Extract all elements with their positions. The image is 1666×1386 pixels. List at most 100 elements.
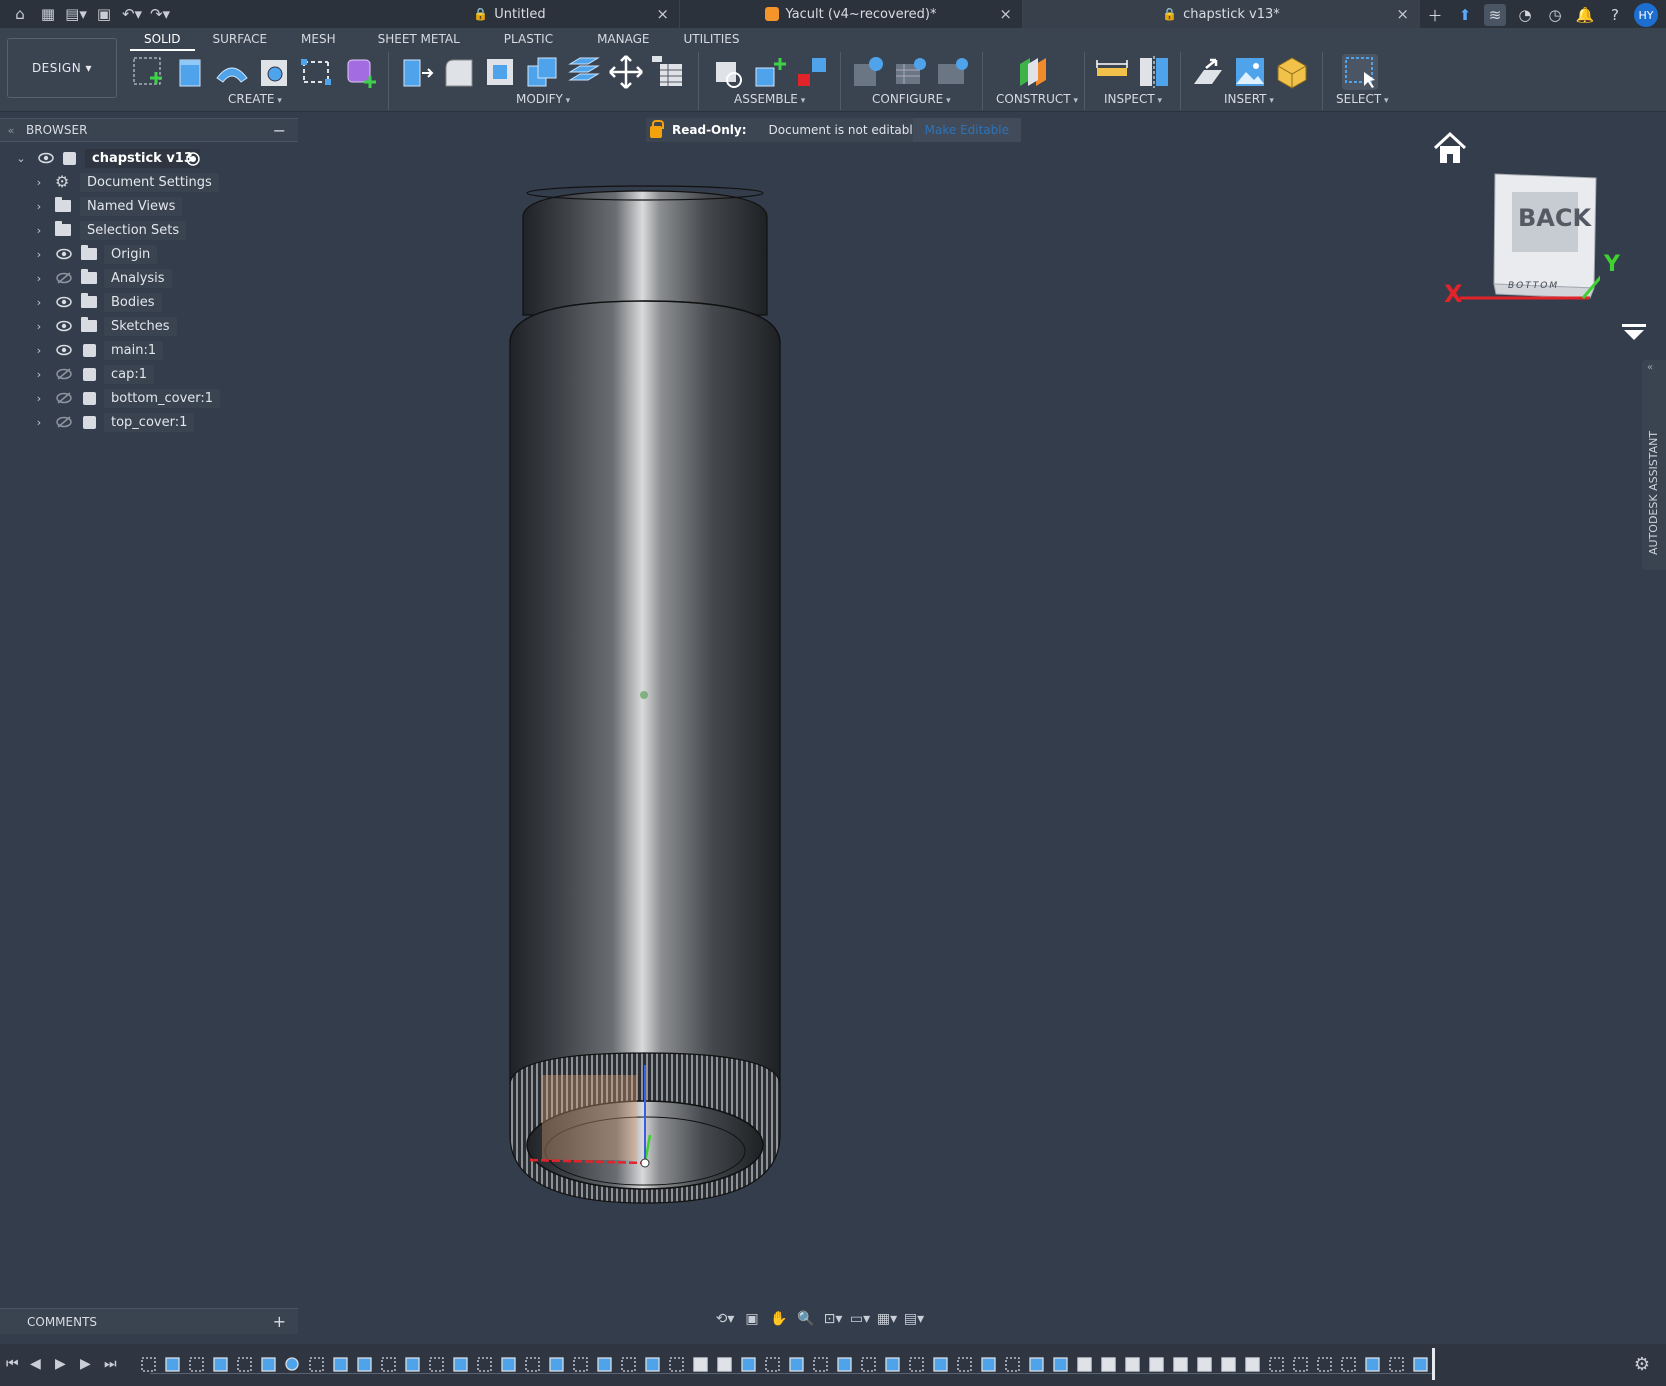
viewports-icon[interactable]: ▤▾ bbox=[903, 1308, 925, 1330]
insert-mesh-icon[interactable] bbox=[1274, 54, 1310, 90]
tab-utilities[interactable]: UTILITIES bbox=[664, 32, 754, 51]
change-parameters-icon[interactable] bbox=[650, 54, 686, 90]
group-modify[interactable]: MODIFY bbox=[516, 92, 570, 106]
home-view-icon[interactable] bbox=[1432, 131, 1468, 165]
timeline-features[interactable] bbox=[138, 1354, 1438, 1376]
create-form-icon[interactable] bbox=[342, 54, 378, 90]
tree-item-named-views[interactable]: › Named Views bbox=[0, 194, 300, 218]
clock-icon[interactable]: ◷ bbox=[1544, 4, 1566, 26]
tree-item-selection-sets[interactable]: › Selection Sets bbox=[0, 218, 300, 242]
home-icon[interactable]: ⌂ bbox=[10, 4, 30, 24]
chevron-right-icon[interactable]: › bbox=[33, 368, 45, 381]
step-back-icon[interactable]: ◀ bbox=[30, 1356, 41, 1372]
go-to-start-icon[interactable]: ⏮ bbox=[6, 1356, 19, 1372]
chevron-right-icon[interactable]: › bbox=[33, 176, 45, 189]
tab-solid[interactable]: SOLID bbox=[130, 32, 195, 51]
upload-icon[interactable]: ⬆ bbox=[1454, 4, 1476, 26]
as-built-joint-icon[interactable] bbox=[794, 54, 830, 90]
group-assemble[interactable]: ASSEMBLE bbox=[734, 92, 805, 106]
close-icon[interactable]: × bbox=[999, 5, 1012, 23]
zoom-icon[interactable]: 🔍 bbox=[795, 1308, 817, 1330]
move-icon[interactable] bbox=[608, 54, 644, 90]
grid-icon[interactable]: ▦ bbox=[38, 4, 58, 24]
extensions-icon[interactable]: ≋ bbox=[1484, 4, 1506, 26]
insert-canvas-icon[interactable] bbox=[1232, 54, 1268, 90]
combine-icon[interactable] bbox=[524, 54, 560, 90]
eye-icon[interactable] bbox=[38, 152, 54, 164]
tree-item-sketches[interactable]: › Sketches bbox=[0, 314, 300, 338]
chevron-right-icon[interactable]: › bbox=[33, 224, 45, 237]
tree-item-top-cover[interactable]: › top_cover:1 bbox=[0, 410, 300, 434]
autodesk-assistant-panel[interactable]: « AUTODESK ASSISTANT bbox=[1642, 360, 1666, 570]
offset-face-icon[interactable] bbox=[566, 54, 602, 90]
group-insert[interactable]: INSERT bbox=[1224, 92, 1274, 106]
viewcube-bottom-label[interactable]: BOTTOM bbox=[1508, 281, 1559, 291]
view-cube[interactable]: BACK BOTTOM X Y bbox=[1444, 170, 1620, 310]
go-to-end-icon[interactable]: ⏭ bbox=[104, 1356, 117, 1372]
insert-derive-icon[interactable] bbox=[1190, 54, 1226, 90]
undo-icon[interactable]: ↶▾ bbox=[122, 4, 142, 24]
eye-icon[interactable] bbox=[56, 296, 72, 308]
eye-icon[interactable] bbox=[56, 344, 72, 356]
new-component-icon[interactable] bbox=[710, 54, 746, 90]
gear-icon[interactable]: ⚙ bbox=[1634, 1354, 1650, 1375]
eye-icon[interactable] bbox=[56, 320, 72, 332]
chevron-right-icon[interactable]: › bbox=[33, 296, 45, 309]
viewcube-menu-icon[interactable] bbox=[1621, 322, 1647, 342]
display-settings-icon[interactable]: ▭▾ bbox=[849, 1308, 871, 1330]
pattern-icon[interactable] bbox=[298, 54, 334, 90]
file-icon[interactable]: ▤▾ bbox=[65, 4, 87, 24]
chevron-right-icon[interactable]: › bbox=[33, 344, 45, 357]
online-icon[interactable]: ◔ bbox=[1514, 4, 1536, 26]
viewcube-face-label[interactable]: BACK bbox=[1518, 204, 1591, 232]
tree-item-document-settings[interactable]: › ⚙ Document Settings bbox=[0, 170, 300, 194]
avatar[interactable]: HY bbox=[1634, 3, 1658, 27]
eye-hidden-icon[interactable] bbox=[56, 392, 72, 404]
close-icon[interactable]: × bbox=[656, 5, 669, 23]
configure-rule-icon[interactable] bbox=[892, 54, 928, 90]
tree-root[interactable]: ⌄ chapstick v13 bbox=[0, 146, 300, 170]
chevron-right-icon[interactable]: › bbox=[33, 200, 45, 213]
chevron-right-icon[interactable]: › bbox=[33, 392, 45, 405]
save-icon[interactable]: ▣ bbox=[94, 4, 114, 24]
orbit-icon[interactable]: ⟲▾ bbox=[714, 1308, 736, 1330]
bell-icon[interactable]: 🔔 bbox=[1574, 4, 1596, 26]
group-create[interactable]: CREATE bbox=[228, 92, 282, 106]
group-configure[interactable]: CONFIGURE bbox=[872, 92, 951, 106]
redo-icon[interactable]: ↷▾ bbox=[150, 4, 170, 24]
close-icon[interactable]: × bbox=[1396, 5, 1409, 23]
fillet-icon[interactable] bbox=[440, 54, 476, 90]
tree-item-main[interactable]: › main:1 bbox=[0, 338, 300, 362]
plus-icon[interactable]: ＋ bbox=[1424, 4, 1446, 26]
eye-hidden-icon[interactable] bbox=[56, 272, 72, 284]
tree-item-cap[interactable]: › cap:1 bbox=[0, 362, 300, 386]
comments-panel[interactable]: COMMENTS + bbox=[0, 1308, 298, 1334]
chevron-right-icon[interactable]: › bbox=[33, 272, 45, 285]
timeline-marker[interactable] bbox=[1432, 1348, 1435, 1380]
step-forward-icon[interactable]: ▶ bbox=[80, 1356, 91, 1372]
configure-theme-icon[interactable] bbox=[934, 54, 970, 90]
group-select[interactable]: SELECT bbox=[1336, 92, 1389, 106]
tree-item-analysis[interactable]: › Analysis bbox=[0, 266, 300, 290]
chevron-down-icon[interactable]: ⌄ bbox=[15, 152, 27, 165]
tree-item-bodies[interactable]: › Bodies bbox=[0, 290, 300, 314]
tree-item-bottom-cover[interactable]: › bottom_cover:1 bbox=[0, 386, 300, 410]
activate-radio-icon[interactable] bbox=[186, 152, 200, 166]
play-icon[interactable]: ▶ bbox=[55, 1356, 66, 1372]
tab-plastic[interactable]: PLASTIC bbox=[474, 32, 567, 51]
tab-sheet-metal[interactable]: SHEET METAL bbox=[350, 32, 474, 51]
tree-item-origin[interactable]: › Origin bbox=[0, 242, 300, 266]
make-editable-button[interactable]: Make Editable bbox=[912, 118, 1021, 142]
grid-settings-icon[interactable]: ▦▾ bbox=[876, 1308, 898, 1330]
look-at-icon[interactable]: ▣ bbox=[741, 1308, 763, 1330]
hole-icon[interactable] bbox=[256, 54, 292, 90]
chevron-right-icon[interactable]: › bbox=[33, 416, 45, 429]
joint-icon[interactable] bbox=[752, 54, 788, 90]
expand-icon[interactable]: « bbox=[1647, 362, 1653, 373]
tab-surface[interactable]: SURFACE bbox=[195, 32, 282, 51]
chevron-right-icon[interactable]: › bbox=[33, 248, 45, 261]
tab-yacult[interactable]: Yacult (v4~recovered)* × bbox=[680, 0, 1023, 28]
help-icon[interactable]: ? bbox=[1604, 4, 1626, 26]
minimize-icon[interactable]: − bbox=[273, 121, 286, 140]
press-pull-icon[interactable] bbox=[398, 54, 434, 90]
